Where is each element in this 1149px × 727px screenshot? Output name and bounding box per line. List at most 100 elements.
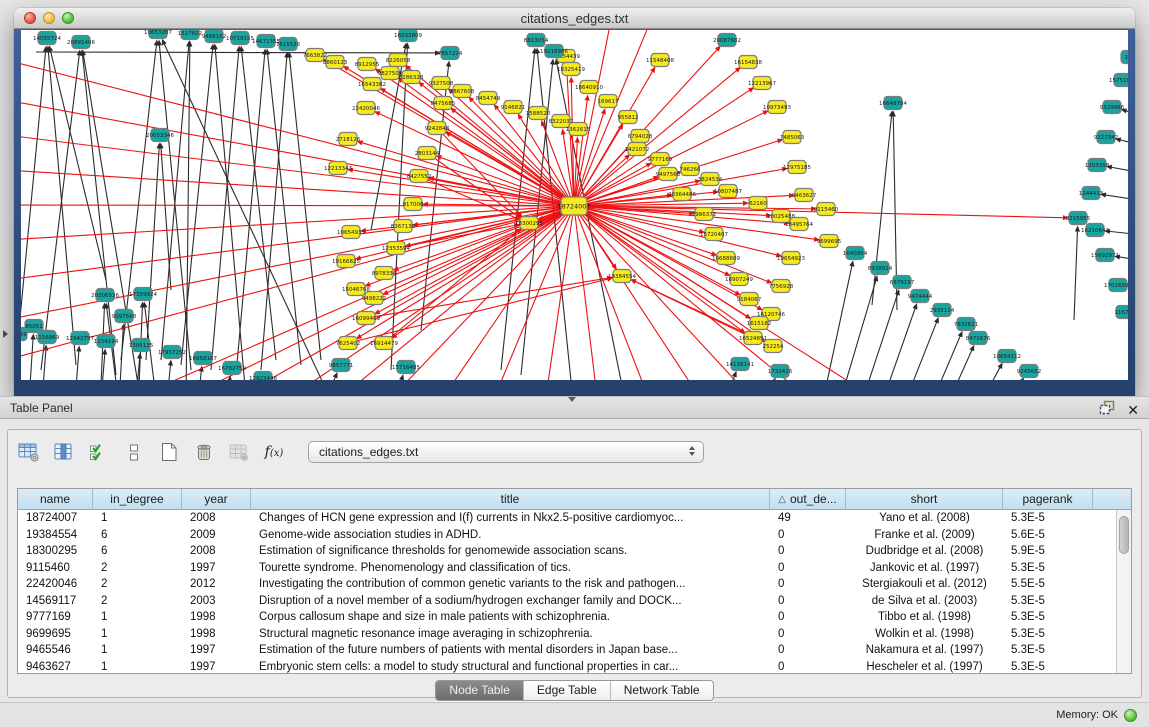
- table-cell-title[interactable]: Investigating the contribution of common…: [251, 578, 770, 590]
- function-builder-icon[interactable]: f(x): [261, 439, 287, 465]
- table-cell-out_degree[interactable]: 0: [770, 661, 846, 673]
- table-cell-name[interactable]: 9463627: [18, 661, 93, 673]
- citation-network-graph[interactable]: 1872400788601238912955822605898275081654…: [21, 30, 1128, 380]
- table-cell-pagerank[interactable]: 5.3E-5: [1003, 595, 1093, 607]
- table-cell-in_degree[interactable]: 1: [93, 644, 182, 656]
- table-cell-title[interactable]: Estimation of significance thresholds fo…: [251, 545, 770, 557]
- table-cell-short[interactable]: Wolkin et al. (1998): [846, 628, 1003, 640]
- table-cell-name[interactable]: 9115460: [18, 562, 93, 574]
- close-window-icon[interactable]: [24, 12, 36, 24]
- table-cell-year[interactable]: 2012: [182, 578, 251, 590]
- table-cell-out_degree[interactable]: 0: [770, 529, 846, 541]
- table-cell-title[interactable]: Embryonic stem cells: a model to study s…: [251, 661, 770, 673]
- table-cell-title[interactable]: Corpus callosum shape and size in male p…: [251, 611, 770, 623]
- table-cell-short[interactable]: Yano et al. (2008): [846, 512, 1003, 524]
- table-cell-in_degree[interactable]: 1: [93, 611, 182, 623]
- table-cell-out_degree[interactable]: 0: [770, 611, 846, 623]
- table-cell-short[interactable]: Jankovic et al. (1997): [846, 562, 1003, 574]
- table-cell-short[interactable]: Hescheler et al. (1997): [846, 661, 1003, 673]
- tab-node-table[interactable]: Node Table: [436, 681, 523, 700]
- column-header-short[interactable]: short: [846, 489, 1003, 509]
- zoom-window-icon[interactable]: [62, 12, 74, 24]
- table-cell-out_degree[interactable]: 0: [770, 578, 846, 590]
- table-row[interactable]: 1872400712008Changes of HCN gene express…: [18, 510, 1116, 527]
- table-cell-title[interactable]: Tourette syndrome. Phenomenology and cla…: [251, 562, 770, 574]
- column-header-pagerank[interactable]: pagerank: [1003, 489, 1093, 509]
- table-cell-year[interactable]: 2009: [182, 529, 251, 541]
- column-header-out_degree[interactable]: △out_de...: [770, 489, 846, 509]
- table-cell-pagerank[interactable]: 5.3E-5: [1003, 628, 1093, 640]
- create-table-icon[interactable]: [156, 439, 182, 465]
- table-cell-pagerank[interactable]: 5.3E-5: [1003, 644, 1093, 656]
- table-cell-year[interactable]: 2003: [182, 595, 251, 607]
- table-row[interactable]: 2242004622012Investigating the contribut…: [18, 576, 1116, 593]
- table-cell-name[interactable]: 14569117: [18, 595, 93, 607]
- table-cell-year[interactable]: 1997: [182, 644, 251, 656]
- table-cell-year[interactable]: 2008: [182, 512, 251, 524]
- splitter-handle-icon[interactable]: [568, 397, 576, 402]
- table-settings-icon[interactable]: [16, 439, 42, 465]
- table-cell-out_degree[interactable]: 0: [770, 545, 846, 557]
- minimize-window-icon[interactable]: [43, 12, 55, 24]
- float-window-icon[interactable]: [1099, 400, 1115, 420]
- table-cell-title[interactable]: Changes of HCN gene expression and I(f) …: [251, 512, 770, 524]
- table-cell-name[interactable]: 18300295: [18, 545, 93, 557]
- select-rows-icon[interactable]: [86, 439, 112, 465]
- row-height-icon[interactable]: [121, 439, 147, 465]
- table-cell-in_degree[interactable]: 6: [93, 529, 182, 541]
- table-row[interactable]: 1830029562008Estimation of significance …: [18, 543, 1116, 560]
- table-cell-in_degree[interactable]: 2: [93, 595, 182, 607]
- table-cell-out_degree[interactable]: 0: [770, 595, 846, 607]
- column-header-name[interactable]: name: [18, 489, 93, 509]
- table-cell-pagerank[interactable]: 5.6E-5: [1003, 529, 1093, 541]
- table-cell-title[interactable]: Genome-wide association studies in ADHD.: [251, 529, 770, 541]
- scrollbar-thumb[interactable]: [1119, 516, 1129, 554]
- table-cell-year[interactable]: 1998: [182, 611, 251, 623]
- table-cell-short[interactable]: de Silva et al. (2003): [846, 595, 1003, 607]
- table-cell-pagerank[interactable]: 5.3E-5: [1003, 611, 1093, 623]
- table-row[interactable]: 911546021997Tourette syndrome. Phenomeno…: [18, 560, 1116, 577]
- table-cell-short[interactable]: Tibbo et al. (1998): [846, 611, 1003, 623]
- table-cell-name[interactable]: 18724007: [18, 512, 93, 524]
- collapse-panel-arrow-icon[interactable]: [3, 330, 8, 338]
- table-cell-short[interactable]: Dudbridge et al. (2008): [846, 545, 1003, 557]
- table-cell-in_degree[interactable]: 2: [93, 562, 182, 574]
- table-cell-short[interactable]: Stergiakouli et al. (2012): [846, 578, 1003, 590]
- table-cell-year[interactable]: 1997: [182, 661, 251, 673]
- table-cell-in_degree[interactable]: 1: [93, 628, 182, 640]
- table-cell-year[interactable]: 1997: [182, 562, 251, 574]
- table-row[interactable]: 1938455462009Genome-wide association stu…: [18, 527, 1116, 544]
- table-cell-title[interactable]: Disruption of a novel member of a sodium…: [251, 595, 770, 607]
- column-header-title[interactable]: title: [251, 489, 770, 509]
- table-cell-out_degree[interactable]: 49: [770, 512, 846, 524]
- delete-table-icon[interactable]: [191, 439, 217, 465]
- table-cell-in_degree[interactable]: 1: [93, 512, 182, 524]
- tab-edge-table[interactable]: Edge Table: [523, 681, 610, 700]
- window-titlebar[interactable]: citations_edges.txt: [14, 8, 1135, 29]
- tab-network-table[interactable]: Network Table: [610, 681, 713, 700]
- table-row[interactable]: 969969511998Structural magnetic resonanc…: [18, 626, 1116, 643]
- table-row[interactable]: 1456911722003Disruption of a novel membe…: [18, 593, 1116, 610]
- table-row[interactable]: 946554611997Estimation of the future num…: [18, 642, 1116, 659]
- table-cell-out_degree[interactable]: 0: [770, 644, 846, 656]
- table-cell-title[interactable]: Structural magnetic resonance image aver…: [251, 628, 770, 640]
- table-cell-name[interactable]: 19384554: [18, 529, 93, 541]
- column-header-year[interactable]: year: [182, 489, 251, 509]
- vertical-scrollbar[interactable]: [1116, 510, 1131, 673]
- table-cell-in_degree[interactable]: 6: [93, 545, 182, 557]
- table-cell-name[interactable]: 9777169: [18, 611, 93, 623]
- table-cell-short[interactable]: Nakamura et al. (1997): [846, 644, 1003, 656]
- table-cell-pagerank[interactable]: 5.3E-5: [1003, 562, 1093, 574]
- column-header-in_degree[interactable]: in_degree: [93, 489, 182, 509]
- import-table-icon[interactable]: [226, 439, 252, 465]
- table-cell-name[interactable]: 22420046: [18, 578, 93, 590]
- table-cell-title[interactable]: Estimation of the future numbers of pati…: [251, 644, 770, 656]
- show-columns-icon[interactable]: [51, 439, 77, 465]
- table-cell-pagerank[interactable]: 5.5E-5: [1003, 578, 1093, 590]
- network-canvas[interactable]: 1872400788601238912955822605898275081654…: [21, 30, 1128, 380]
- table-cell-in_degree[interactable]: 1: [93, 661, 182, 673]
- table-cell-out_degree[interactable]: 0: [770, 628, 846, 640]
- close-panel-icon[interactable]: ✕: [1127, 402, 1139, 418]
- table-row[interactable]: 946362711997Embryonic stem cells: a mode…: [18, 659, 1116, 674]
- table-cell-name[interactable]: 9699695: [18, 628, 93, 640]
